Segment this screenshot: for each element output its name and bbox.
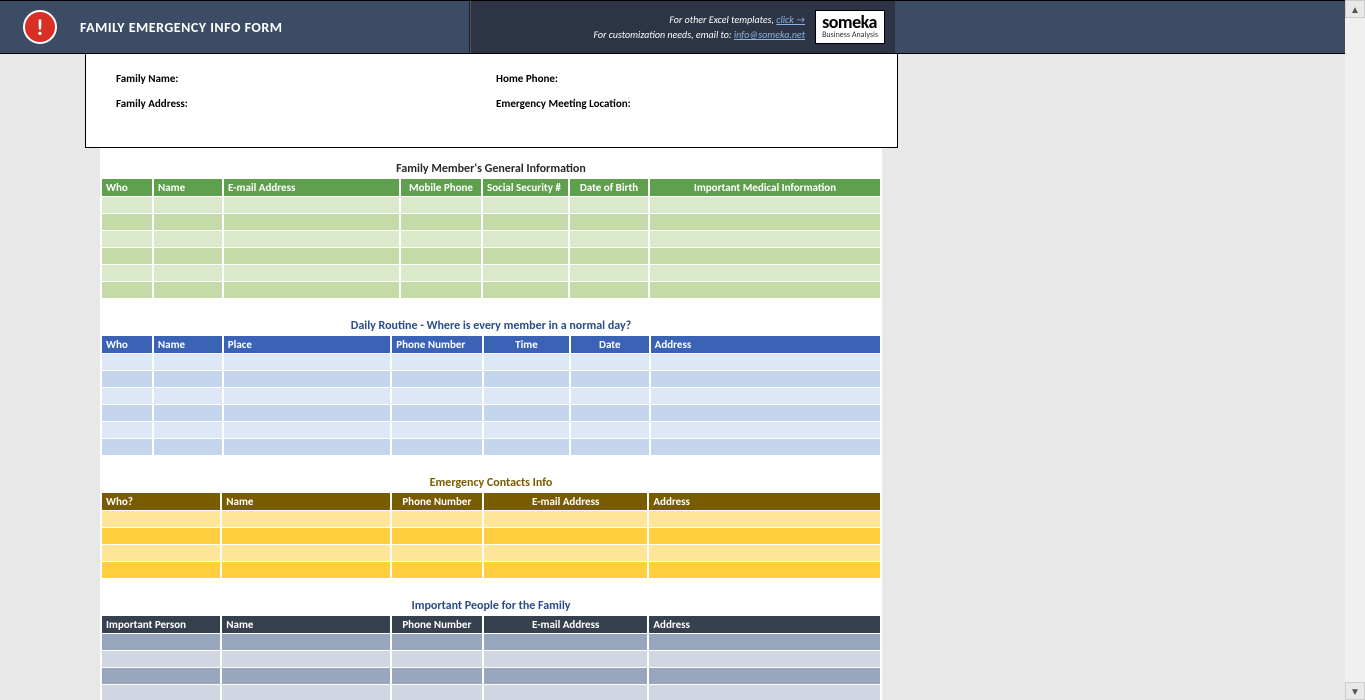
table-members[interactable]: Who Name E-mail Address Mobile Phone Soc… [100,178,882,299]
email-link[interactable]: info@someka.net [734,28,805,41]
header-icon-wrap: ! [0,1,80,53]
col-medical: Important Medical Information [650,179,880,196]
col-email: E-mail Address [484,493,647,510]
col-phone: Phone Number [392,616,482,633]
table-row[interactable] [102,439,880,455]
col-address: Address [651,336,880,353]
templates-text: For other Excel templates, [669,13,774,26]
table-row[interactable] [102,371,880,387]
form-title: FAMILY EMERGENCY INFO FORM [80,1,470,53]
table-row[interactable] [102,422,880,438]
col-who: Who [102,179,152,196]
col-phone: Phone Number [392,493,482,510]
col-name: Name [222,616,389,633]
vertical-scrollbar: ▲ ▼ [1345,0,1365,700]
info-col-left: Family Name: Family Address: [116,72,496,122]
col-phone: Phone Number [392,336,482,353]
label-family-name: Family Name: [116,72,496,85]
col-time: Time [484,336,569,353]
logo-sub-text: Business Analysis [822,30,878,40]
section-members-title: Family Member's General Information [100,160,882,178]
col-address: Address [649,616,880,633]
section-routine-title: Daily Routine - Where is every member in… [100,317,882,335]
section-routine: Daily Routine - Where is every member in… [100,317,882,456]
col-address: Address [649,493,880,510]
templates-link[interactable]: click → [776,13,805,26]
table-row[interactable] [102,528,880,544]
col-person: Important Person [102,616,220,633]
col-email: E-mail Address [224,179,399,196]
header-links-text: For other Excel templates, click → For c… [593,12,805,42]
table-row[interactable] [102,388,880,404]
section-contacts-title: Emergency Contacts Info [100,474,882,492]
table-contacts[interactable]: Who? Name Phone Number E-mail Address Ad… [100,492,882,579]
table-row[interactable] [102,265,880,281]
col-mobile: Mobile Phone [401,179,481,196]
label-family-address: Family Address: [116,97,496,110]
header-bar: ! FAMILY EMERGENCY INFO FORM For other E… [0,0,1345,54]
logo-main-text: someka [822,14,878,30]
table-row[interactable] [102,634,880,650]
table-row[interactable] [102,197,880,213]
table-row[interactable] [102,214,880,230]
table-routine[interactable]: Who Name Place Phone Number Time Date Ad… [100,335,882,456]
section-people: Important People for the Family Importan… [100,597,882,700]
table-row[interactable] [102,282,880,298]
col-name: Name [154,179,222,196]
table-row[interactable] [102,354,880,370]
col-email: E-mail Address [484,616,647,633]
col-date: Date [571,336,649,353]
col-name: Name [154,336,222,353]
section-members: Family Member's General Information Who … [100,160,882,299]
info-col-right: Home Phone: Emergency Meeting Location: [496,72,876,122]
table-row[interactable] [102,562,880,578]
table-row[interactable] [102,668,880,684]
table-row[interactable] [102,685,880,700]
table-row[interactable] [102,651,880,667]
header-right-panel: For other Excel templates, click → For c… [470,1,895,53]
main-tables-wrap: Family Member's General Information Who … [100,148,882,700]
scroll-down-icon[interactable]: ▼ [1345,682,1365,700]
label-home-phone: Home Phone: [496,72,876,85]
scroll-up-icon[interactable]: ▲ [1345,0,1365,18]
alert-icon: ! [23,10,57,44]
col-dob: Date of Birth [570,179,648,196]
table-row[interactable] [102,248,880,264]
col-ssn: Social Security # [483,179,568,196]
table-row[interactable] [102,545,880,561]
worksheet-viewport[interactable]: ! FAMILY EMERGENCY INFO FORM For other E… [0,0,1345,700]
table-row[interactable] [102,405,880,421]
family-info-box: Family Name: Family Address: Home Phone:… [85,54,898,148]
label-meeting-location: Emergency Meeting Location: [496,97,876,110]
section-people-title: Important People for the Family [100,597,882,615]
customization-text: For customization needs, email to: [593,28,731,41]
col-name: Name [222,493,389,510]
table-row[interactable] [102,511,880,527]
table-row[interactable] [102,231,880,247]
header-spacer [895,1,1345,53]
col-who: Who? [102,493,220,510]
content-area: Family Name: Family Address: Home Phone:… [0,54,1345,700]
col-place: Place [224,336,390,353]
col-who: Who [102,336,152,353]
someka-logo[interactable]: someka Business Analysis [815,10,885,44]
table-people[interactable]: Important Person Name Phone Number E-mai… [100,615,882,700]
section-contacts: Emergency Contacts Info Who? Name Phone … [100,474,882,579]
